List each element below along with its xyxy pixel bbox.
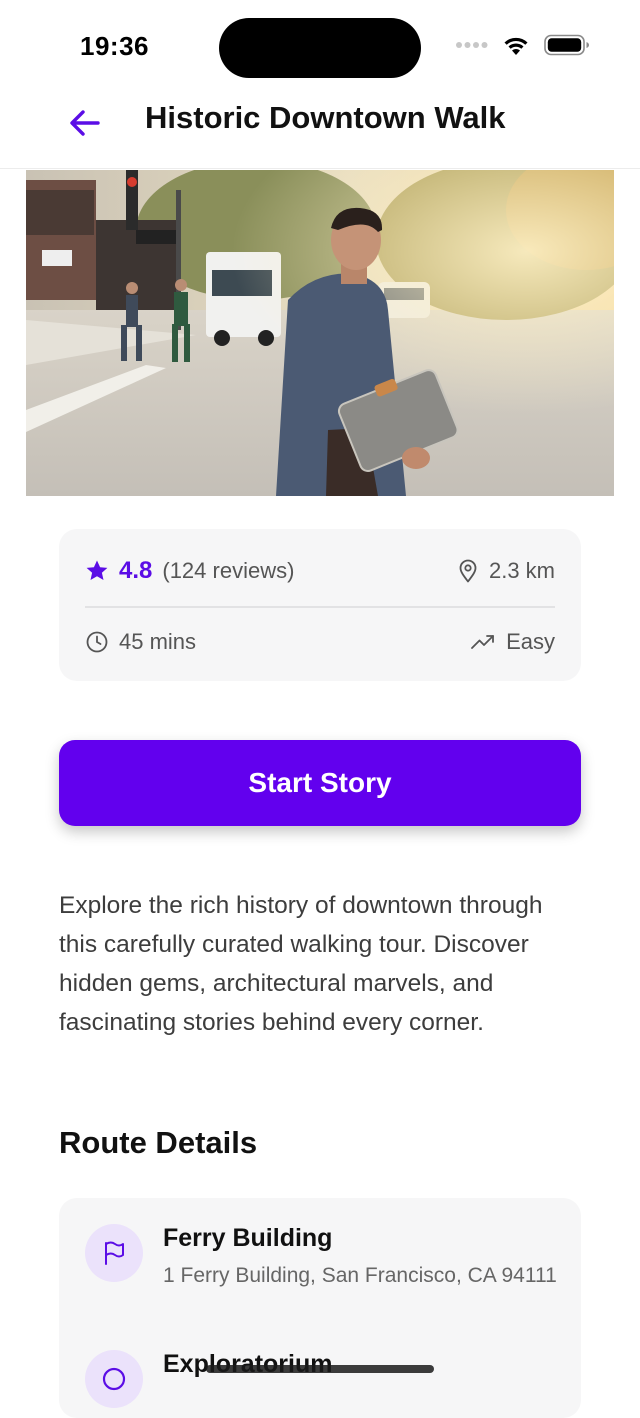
arrow-left-icon <box>70 110 100 136</box>
back-button[interactable] <box>62 100 108 146</box>
duration-value: 45 mins <box>119 629 197 654</box>
tour-stats-card: 4.8 (124 reviews) 2.3 km 45 mins Easy <box>59 529 581 681</box>
stats-row-rating-distance: 4.8 (124 reviews) 2.3 km <box>85 553 555 589</box>
stop-icon-container <box>85 1224 143 1282</box>
hero-photo <box>26 170 614 496</box>
hero-image <box>26 170 614 496</box>
circle-icon <box>102 1367 126 1391</box>
rating-stat: 4.8 (124 reviews) <box>85 557 294 585</box>
status-time: 19:36 <box>80 31 149 61</box>
flag-icon <box>105 1241 124 1265</box>
signal-dots-icon <box>456 42 488 48</box>
route-details-card: Ferry Building 1 Ferry Building, San Fra… <box>59 1198 581 1418</box>
trending-up-icon <box>471 635 494 649</box>
distance-value: 2.3 km <box>488 558 555 583</box>
status-icons <box>456 34 590 56</box>
reviews-count: (124 reviews) <box>162 558 295 583</box>
difficulty-stat: Easy <box>470 629 555 655</box>
battery-icon <box>544 34 589 56</box>
tour-description: Explore the rich history of downtown thr… <box>59 892 543 1036</box>
page-title: Historic Downtown Walk <box>145 100 506 135</box>
star-icon <box>86 560 108 580</box>
nav-bar: Historic Downtown Walk <box>0 90 640 169</box>
home-indicator <box>206 1365 434 1373</box>
wifi-icon <box>504 37 528 55</box>
stop-name: Ferry Building <box>163 1224 333 1252</box>
stats-divider <box>85 606 555 608</box>
duration-stat: 45 mins <box>85 629 196 655</box>
difficulty-value: Easy <box>506 629 555 654</box>
start-story-button[interactable]: Start Story <box>59 740 581 826</box>
clock-icon <box>86 631 108 653</box>
status-bar: 19:36 <box>0 0 640 90</box>
location-pin-icon <box>459 559 477 583</box>
distance-stat: 2.3 km <box>457 558 555 584</box>
rating-value: 4.8 <box>119 557 153 584</box>
dynamic-island <box>219 18 421 78</box>
route-details-title: Route Details <box>59 1125 258 1160</box>
stop-address: 1 Ferry Building, San Francisco, CA 9411… <box>163 1264 557 1287</box>
stats-row-duration-difficulty: 45 mins Easy <box>85 624 555 660</box>
stop-icon-container <box>85 1350 143 1408</box>
